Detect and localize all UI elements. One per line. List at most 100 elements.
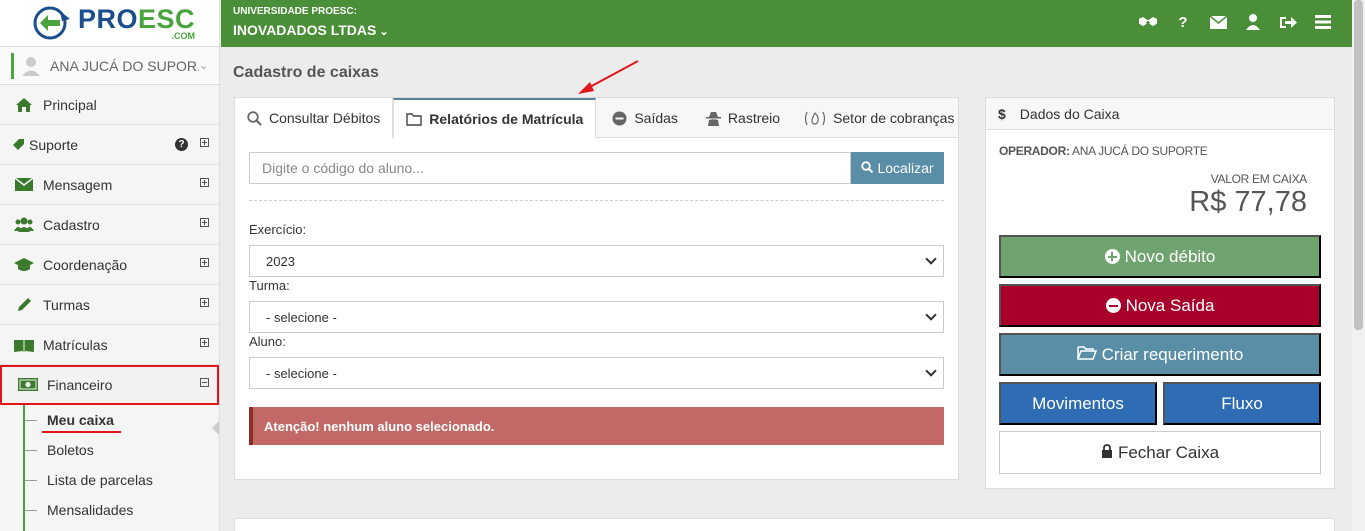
sidebar-item-label: Mensagem [43,176,113,193]
handshake-icon[interactable] [1139,13,1157,31]
sidebar-item-label: Turmas [43,296,90,313]
sidebar-item-financeiro[interactable]: Financeiro [0,365,219,405]
search-icon [861,160,874,176]
tag-icon [11,137,25,153]
home-icon [13,97,35,113]
sidebar-item-mensagem[interactable]: Mensagem [0,165,219,205]
chevron-down-icon [925,253,937,265]
lock-icon [1101,443,1113,463]
submenu-item-lista-de-parcelas[interactable]: Lista de parcelas [0,465,219,495]
brand-part1: PRO [78,3,139,34]
aluno-value: - selecione - [266,365,337,381]
sidebar-item-label: Coordenação [43,256,128,273]
logo[interactable]: PROESC .COM [0,0,219,47]
student-code-input[interactable] [249,152,851,184]
logo-icon [33,6,70,40]
tab-rastreio[interactable]: Rastreio [690,98,792,138]
sidebar-item-turmas[interactable]: Turmas [0,285,219,325]
exercicio-label: Exercício: [249,222,307,237]
sidebar-item-principal[interactable]: Principal [0,85,219,125]
submenu-item-meu-caixa[interactable]: Meu caixa [0,405,219,435]
sign-out-icon[interactable] [1279,13,1297,31]
fire-icon [804,111,826,126]
tab-label: Rastreio [727,110,781,126]
collapse-icon[interactable] [200,378,209,387]
chevron-down-icon: ⌄ [379,26,389,38]
book-icon [13,337,35,353]
movimentos-button[interactable]: Movimentos [999,382,1157,425]
org-label: UNIVERSIDADE PROESC: [233,6,357,17]
org-selector[interactable]: INOVADADOS LTDAS ⌄ [233,22,389,38]
tab-bar: Consultar Débitos Relatórios de Matrícul… [235,98,958,139]
tab-label: Relatórios de Matrícula [429,111,584,127]
fluxo-button[interactable]: Fluxo [1163,382,1321,425]
dollar-icon: $ [998,105,1006,122]
localizar-button[interactable]: Localizar [851,152,944,184]
brand-part2: ESC [138,3,196,34]
graduation-cap-icon [13,257,35,273]
tab-relatorios-de-matricula[interactable]: Relatórios de Matrícula [393,98,597,139]
sidebar-item-label: Financeiro [47,376,113,393]
tab-saidas[interactable]: Saídas [596,98,690,138]
scrollbar-thumb[interactable] [1354,0,1363,330]
expand-icon[interactable] [200,298,209,307]
turma-value: - selecione - [266,309,337,325]
fechar-caixa-button[interactable]: Fechar Caixa [999,431,1321,474]
expand-icon[interactable] [200,338,209,347]
submenu-label: Meu caixa [47,412,114,428]
expand-icon[interactable] [200,178,209,187]
tab-consultar-debitos[interactable]: Consultar Débitos [235,98,394,138]
sidebar-item-label: Suporte [29,136,79,153]
envelope-icon[interactable] [1209,13,1227,31]
page-scrollbar[interactable] [1352,0,1365,531]
page-title: Cadastro de caixas [233,64,379,81]
submenu-label: Boletos [47,442,94,458]
novo-debito-label: Novo débito [1124,246,1216,266]
divider [249,200,944,201]
sidebar-item-cadastro[interactable]: Cadastro [0,205,219,245]
submenu-label: Lista de parcelas [47,472,153,488]
cashbox-title: Dados do Caixa [1019,105,1120,122]
submenu-item-mensalidades[interactable]: Mensalidades [0,495,219,525]
expand-icon[interactable] [200,258,209,267]
cashbox-panel: $ Dados do Caixa OPERADOR: ANA JUCÁ DO S… [985,97,1335,489]
chevron-down-icon: ⌄ [199,60,209,72]
tab-setor-de-cobrancas[interactable]: Setor de cobranças [792,98,966,138]
plus-circle-icon [1104,249,1120,264]
expand-icon[interactable] [200,218,209,227]
user-icon[interactable] [1244,13,1262,31]
tab-label: Saídas [634,110,678,126]
sidebar-item-suporte[interactable]: Suporte ? [0,125,219,165]
tab-label: Consultar Débitos [269,110,381,126]
exercicio-value: 2023 [266,253,295,269]
help-icon[interactable]: ? [175,138,188,151]
nova-saida-button[interactable]: Nova Saída [999,284,1321,327]
lower-panel [234,518,1335,531]
topbar: UNIVERSIDADE PROESC: INOVADADOS LTDAS ⌄ ? [221,0,1352,47]
minus-circle-icon [1105,298,1121,313]
localizar-label: Localizar [877,160,934,176]
fluxo-label: Fluxo [1221,393,1263,413]
sidebar-item-coordenacao[interactable]: Coordenação [0,245,219,285]
fechar-caixa-label: Fechar Caixa [1117,442,1220,462]
sidebar-collapse-toggle[interactable] [212,421,219,435]
warning-alert: Atenção! nenhum aluno selecionado. [249,407,944,445]
nova-saida-label: Nova Saída [1125,295,1215,315]
sidebar-item-label: Matrículas [43,336,108,353]
user-menu[interactable]: ANA JUCÁ DO SUPOR... ⌄ [0,47,219,85]
menu-icon[interactable] [1314,13,1332,31]
turma-select[interactable]: - selecione - [249,301,944,333]
money-icon [17,377,39,393]
exercicio-select[interactable]: 2023 [249,245,944,277]
aluno-select[interactable]: - selecione - [249,357,944,389]
novo-debito-button[interactable]: Novo débito [999,235,1321,278]
cash-value: R$ 77,78 [1189,186,1307,218]
users-icon [13,217,35,233]
financeiro-submenu: Meu caixa Boletos Lista de parcelas Mens… [0,405,219,531]
criar-requerimento-button[interactable]: Criar requerimento [999,333,1321,376]
submenu-item-boletos[interactable]: Boletos [0,435,219,465]
help-icon[interactable]: ? [1174,13,1192,31]
sidebar-item-matriculas[interactable]: Matrículas [0,325,219,365]
expand-icon[interactable] [200,138,209,147]
aluno-label: Aluno: [249,334,286,349]
